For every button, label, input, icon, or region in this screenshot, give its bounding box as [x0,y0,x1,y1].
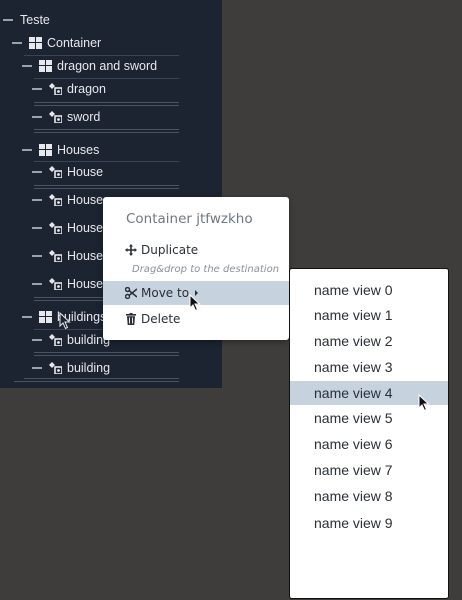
tree-node-building[interactable]: building [32,358,110,378]
tree-node-house[interactable]: House [32,274,103,294]
shapes-icon [49,83,62,95]
delete-label: Delete [141,312,181,326]
row-divider [34,355,179,356]
tree-node-teste[interactable]: Teste [3,10,50,30]
tree-node-dragon-and-sword[interactable]: dragon and sword [22,56,157,76]
mouse-cursor-icon [59,312,71,330]
shapes-icon [49,194,62,206]
tree-node-label: House [67,249,104,263]
row-divider [34,102,179,103]
tree-node-house[interactable]: House [32,190,103,210]
grid-icon [39,144,52,156]
collapse-dash-icon[interactable] [32,283,42,285]
trash-icon [125,313,137,325]
collapse-dash-icon[interactable] [12,42,22,44]
tree-node-house[interactable]: House [32,246,103,266]
tree-node-label: sword [67,110,101,124]
shapes-icon [49,250,62,262]
shapes-icon [49,166,62,178]
scissors-icon [125,287,137,299]
collapse-dash-icon[interactable] [22,65,32,67]
collapse-dash-icon[interactable] [3,19,13,21]
tree-node-label: House [67,277,104,291]
tree-node-label: dragon and sword [57,59,158,73]
row-divider [34,188,179,189]
move-to-submenu: name view 0 name view 1 name view 2 name… [289,268,449,599]
mouse-cursor-icon [189,294,201,312]
collapse-dash-icon[interactable] [32,339,42,341]
row-divider [34,105,179,106]
row-divider [14,381,179,382]
collapse-dash-icon[interactable] [32,367,42,369]
context-menu-title: Container jtfwzkho [126,211,253,227]
collapse-dash-icon[interactable] [22,149,32,151]
tree-node-sword[interactable]: sword [32,107,100,127]
move-to-label: Move to [141,286,190,300]
collapse-dash-icon[interactable] [32,227,42,229]
tree-node-house[interactable]: House [32,162,103,182]
collapse-dash-icon[interactable] [32,116,42,118]
collapse-dash-icon[interactable] [32,88,42,90]
tree-node-label: Container [47,36,102,50]
row-divider [34,132,179,133]
collapse-dash-icon[interactable] [22,316,32,318]
tree-node-houses[interactable]: Houses [22,140,99,160]
submenu-item-view-0[interactable]: name view 0 [290,278,448,302]
tree-node-label: Houses [57,143,100,157]
tree-node-label: dragon [67,82,106,96]
submenu-item-view-3[interactable]: name view 3 [290,355,448,379]
drag-drop-hint: Drag&drop to the destination [132,264,280,275]
row-divider [24,378,179,379]
row-divider [34,352,179,353]
shapes-icon [49,222,62,234]
tree-node-dragon[interactable]: dragon [32,79,106,99]
submenu-item-view-9[interactable]: name view 9 [290,511,448,535]
shapes-icon [49,111,62,123]
submenu-item-view-6[interactable]: name view 6 [290,432,448,456]
submenu-item-view-7[interactable]: name view 7 [290,458,448,482]
grid-icon [39,60,52,72]
tree-node-label: Teste [20,13,50,27]
collapse-dash-icon[interactable] [32,255,42,257]
shapes-icon [49,362,62,374]
tree-node-building[interactable]: building [32,330,110,350]
tree-node-label: House [67,165,104,179]
submenu-item-view-1[interactable]: name view 1 [290,303,448,327]
tree-node-label: building [67,361,111,375]
tree-node-container[interactable]: Container [12,33,101,53]
collapse-dash-icon[interactable] [32,199,42,201]
tree-node-house[interactable]: House [32,218,103,238]
grid-icon [29,37,42,49]
duplicate-label: Duplicate [141,243,199,257]
collapse-dash-icon[interactable] [32,171,42,173]
context-menu: Container jtfwzkho Duplicate Drag&drop t… [103,197,289,340]
tree-node-label: House [67,221,104,235]
tree-node-label: House [67,193,104,207]
submenu-item-view-2[interactable]: name view 2 [290,329,448,353]
move-arrows-icon [125,244,137,256]
row-divider [34,129,179,130]
duplicate-menu-item[interactable]: Duplicate [103,238,289,262]
mouse-cursor-icon [418,394,430,412]
submenu-item-view-8[interactable]: name view 8 [290,484,448,508]
shapes-icon [49,278,62,290]
shapes-icon [49,334,62,346]
row-divider [34,185,179,186]
grid-icon [39,311,52,323]
